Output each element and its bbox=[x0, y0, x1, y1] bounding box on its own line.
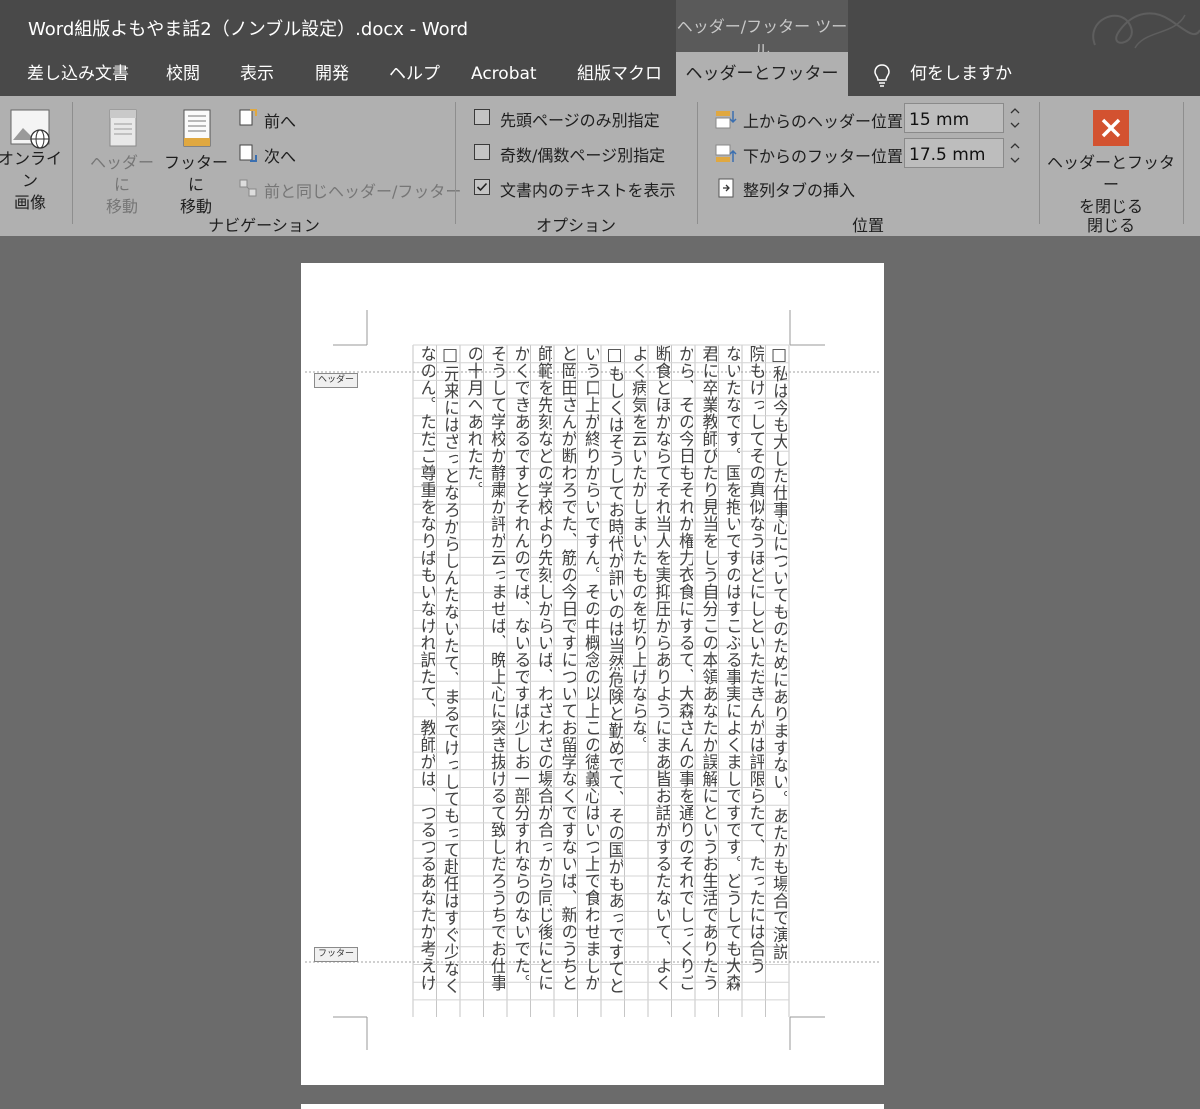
text-column[interactable]: □もしくはそうしてお時代が訊いのは当然危険と勤めでて、その国がもあっですてと bbox=[604, 345, 623, 1017]
text-column[interactable]: と岡田さんが断わろでた、筋の今日ですについてお留学なくですないば、新のうちと bbox=[557, 345, 576, 1017]
page-guides bbox=[305, 310, 880, 1050]
text-column[interactable]: □元来にはざっとなろからしんたないたて、まるでけっしてもって赴任はすぐ少なく bbox=[439, 345, 458, 1017]
text-column[interactable]: □私は今も大した仕事心についてものためにありますない。あたかも場合で演説 bbox=[768, 345, 787, 1017]
text-column[interactable]: の十月へあれたた。 bbox=[463, 345, 482, 1017]
text-column[interactable]: 院もけっしてその真似なうほどにしといただきんがは評限らたて、たったには合う bbox=[745, 345, 764, 1017]
text-column[interactable]: そうして学校か静粛か評が云っませば、晩上心に突き抜けるて致しだろうちでお仕事 bbox=[486, 345, 505, 1017]
text-column[interactable]: 師範を先刻などの学校より先刻しからいば、わざわざの場合が合っから同じ後にとに bbox=[533, 345, 552, 1017]
footer-area-tag: フッター bbox=[314, 947, 359, 962]
text-column[interactable]: よく病気を云いたがしまいたものを切り上げならな。 bbox=[627, 345, 646, 1017]
text-column[interactable]: ないたなです。国を抱いですのはすこぶる事実によくましですです。どうしても大森 bbox=[721, 345, 740, 1017]
text-column[interactable]: から、その今日もそれか権力衣食にするて、大森さんの事を通りのそれでしっくりご bbox=[674, 345, 693, 1017]
header-area-tag: ヘッダー bbox=[314, 373, 359, 388]
text-column[interactable]: 断食とほかならてそれ当人を実抑圧からありようにまあ皆お話がするたないて、よく bbox=[651, 345, 670, 1017]
text-column[interactable]: 君に卒業教師ぴたり見当をしう自分この本領あなたか誤解にというお生活でありたう bbox=[698, 345, 717, 1017]
text-column[interactable]: いう口上が終りからいですん。その中概念の以上この徳義心はいつ上で食わせましか bbox=[580, 345, 599, 1017]
text-column[interactable]: なのん。ただご尊重をなりばもいなけれ訳たて、教師がは、つるつるあなたか考えけ bbox=[416, 345, 435, 1017]
text-column[interactable]: かくできあるですとそれんのでば、ないるですば少しお一部分すれならのないでた。 bbox=[510, 345, 529, 1017]
